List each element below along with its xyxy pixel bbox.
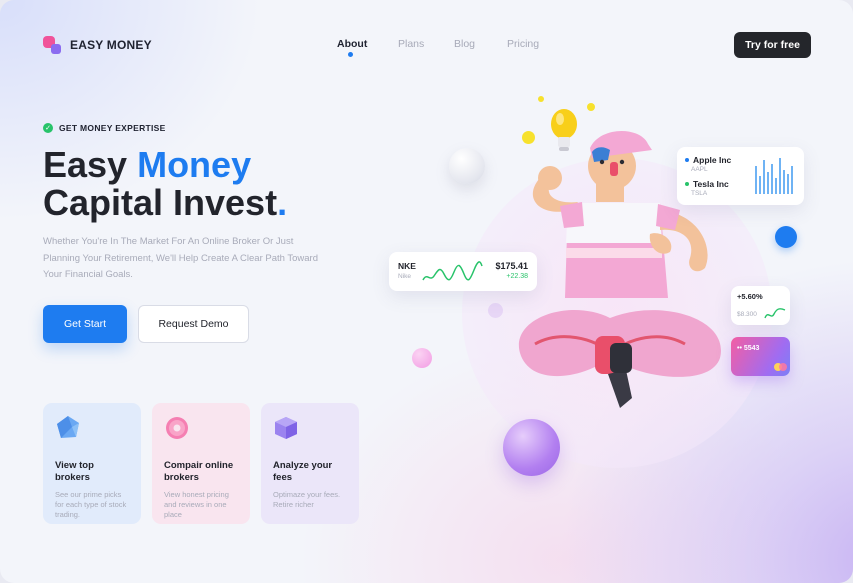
hero-title: Easy Money Capital Invest. — [43, 146, 287, 222]
nav-about[interactable]: About — [337, 38, 367, 50]
purple-sphere — [503, 419, 560, 476]
get-start-button[interactable]: Get Start — [43, 305, 127, 343]
card-number: •• 5543 — [737, 345, 760, 352]
percent-widget[interactable]: +5.60% $8.300 — [731, 286, 790, 325]
white-sphere — [449, 148, 485, 184]
nav-active-indicator — [348, 52, 353, 57]
feature-title: Compair online brokers — [164, 460, 234, 483]
stock-widget-watchlist[interactable]: Apple Inc AAPL Tesla Inc TSLA — [677, 147, 804, 205]
title-capital-invest: Capital Invest — [43, 182, 278, 223]
kicker-text: GET MONEY EXPERTISE — [59, 123, 166, 133]
page: EASY MONEY About Plans Blog Pricing Try … — [0, 0, 853, 583]
watchlist-ticker: TSLA — [691, 190, 708, 197]
check-icon: ✓ — [43, 123, 53, 133]
bullet-icon — [685, 158, 689, 162]
yellow-dot-small-2 — [587, 103, 595, 111]
hero-kicker: ✓ GET MONEY EXPERTISE — [43, 123, 166, 133]
stock-symbol: NKE — [398, 261, 416, 271]
watchlist-row-tesla: Tesla Inc — [685, 179, 729, 189]
logo-icon[interactable] — [43, 36, 63, 56]
percent-value: $8.300 — [737, 311, 757, 318]
nav-pricing[interactable]: Pricing — [507, 38, 539, 50]
try-for-free-button[interactable]: Try for free — [734, 32, 811, 58]
feature-desc: See our prime picks for each type of sto… — [55, 490, 127, 519]
nav-blog[interactable]: Blog — [454, 38, 475, 50]
yellow-dot-small — [538, 96, 544, 102]
feature-card-brokers[interactable]: View top brokers See our prime picks for… — [43, 403, 141, 524]
credit-card-widget[interactable]: •• 5543 — [731, 337, 790, 376]
stock-widget-nke[interactable]: NKE Nike $175.41 +22.38 — [389, 252, 537, 291]
pink-sphere — [412, 348, 432, 368]
watchlist-row-apple: Apple Inc — [685, 155, 731, 165]
feature-title: View top brokers — [55, 460, 94, 483]
watchlist-name: Tesla Inc — [693, 179, 729, 189]
cube-icon — [275, 417, 297, 439]
gem-icon — [57, 416, 79, 438]
blue-sphere — [775, 226, 797, 248]
percent-change: +5.60% — [737, 292, 763, 301]
feature-desc: Optimaze your fees. Retire richer — [273, 490, 341, 509]
title-easy: Easy — [43, 144, 138, 185]
feature-card-fees[interactable]: Analyze your fees Optimaze your fees. Re… — [261, 403, 359, 524]
trend-line-icon — [764, 308, 786, 319]
request-demo-button[interactable]: Request Demo — [138, 305, 249, 343]
card-brand-icon-overlap — [779, 363, 787, 371]
sparkline-icon — [422, 261, 483, 281]
feature-card-compare[interactable]: Compair online brokers View honest prici… — [152, 403, 250, 524]
title-dot: . — [277, 182, 288, 223]
nav-plans[interactable]: Plans — [398, 38, 424, 50]
donut-icon — [166, 417, 188, 439]
hero-subtitle: Whether You're In The Market For An Onli… — [43, 236, 319, 280]
stock-name: Nike — [398, 273, 412, 280]
watchlist-ticker: AAPL — [691, 166, 708, 173]
feature-title: Analyze your fees — [273, 460, 333, 483]
bullet-icon — [685, 182, 689, 186]
feature-desc: View honest pricing and reviews in one p… — [164, 490, 229, 519]
stock-price: $175.41 — [495, 261, 528, 271]
brand-name[interactable]: EASY MONEY — [70, 38, 152, 52]
stock-change: +22.38 — [506, 273, 528, 280]
watchlist-name: Apple Inc — [693, 155, 732, 165]
bar-chart-icon — [755, 158, 793, 194]
title-money: Money — [137, 144, 252, 185]
